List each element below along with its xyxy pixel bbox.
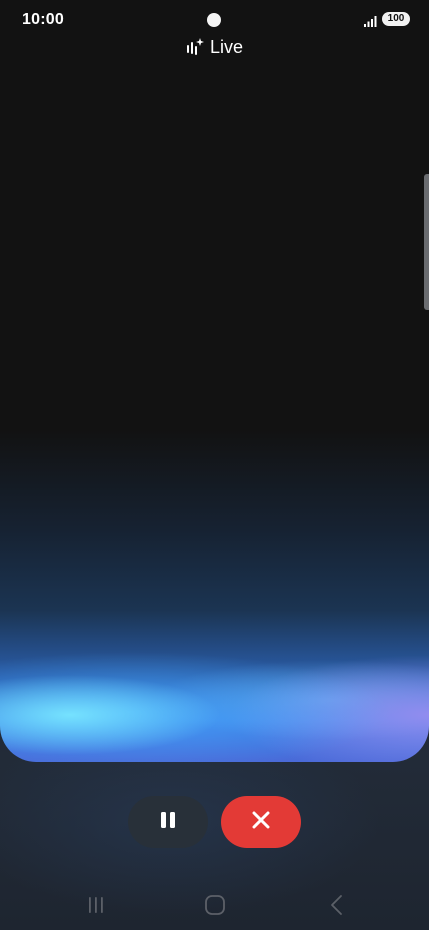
pause-button[interactable]: [128, 796, 208, 848]
recent-apps-icon[interactable]: [81, 892, 111, 918]
battery-icon: 100: [382, 12, 410, 26]
sparkle-audio-icon: [186, 37, 204, 57]
end-live-button[interactable]: [221, 796, 301, 848]
status-time: 10:00: [22, 11, 64, 28]
page-title: Live: [209, 36, 244, 57]
camera-cutout: [207, 13, 221, 27]
close-icon: [251, 810, 271, 835]
edge-panel-handle[interactable]: [424, 174, 429, 310]
back-icon[interactable]: [322, 892, 352, 918]
signal-icon: [364, 14, 378, 27]
live-screen: 10:00 100 Live: [0, 0, 429, 930]
live-header: Live: [0, 34, 429, 60]
pause-icon: [158, 810, 178, 835]
home-icon[interactable]: [200, 892, 230, 918]
live-controls: [0, 796, 429, 848]
live-visualizer-panel: [0, 0, 429, 762]
navigation-bar: [0, 884, 429, 926]
